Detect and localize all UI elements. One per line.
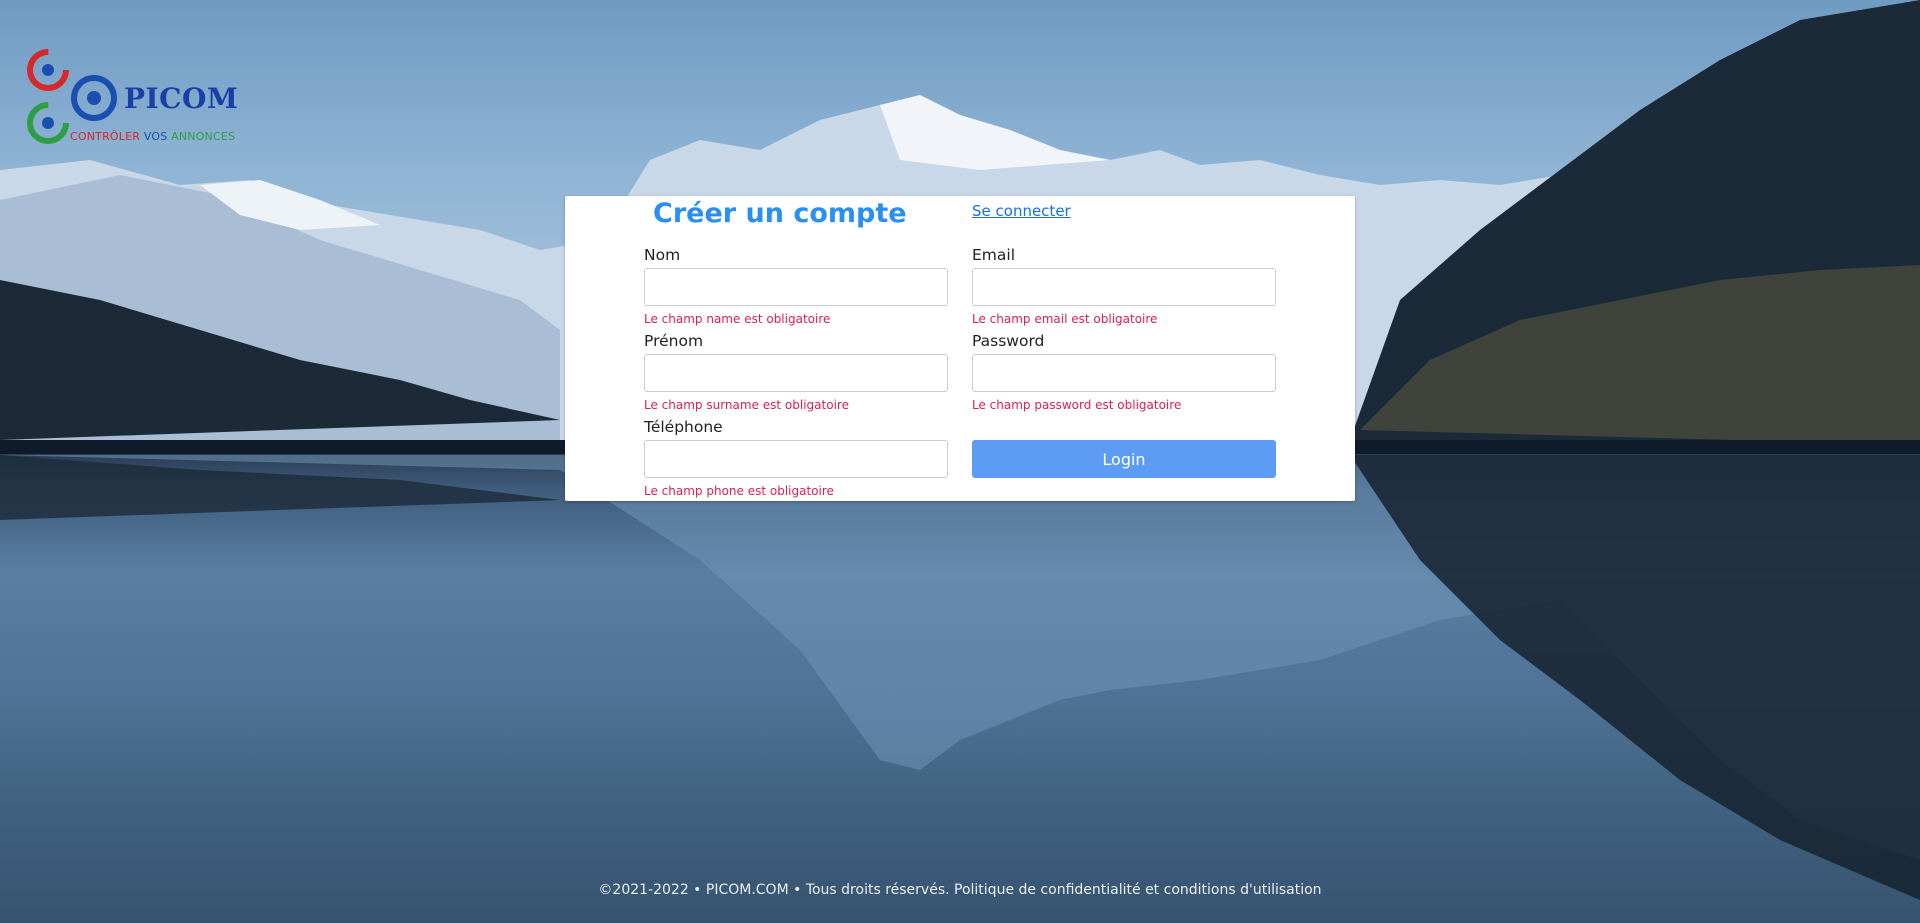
tagline-part-2: VOS bbox=[143, 130, 168, 143]
email-error: Le champ email est obligatoire bbox=[972, 312, 1158, 326]
password-input[interactable] bbox=[972, 354, 1276, 392]
brand-name: PICOM bbox=[124, 82, 239, 115]
email-field: Email Le champ email est obligatoire bbox=[972, 244, 1276, 326]
page: PICOM CONTRÔLER VOS ANNONCES Créer un co… bbox=[0, 0, 1920, 923]
prenom-input[interactable] bbox=[644, 354, 948, 392]
brand-logo[interactable]: PICOM CONTRÔLER VOS ANNONCES bbox=[24, 48, 244, 148]
password-field: Password Le champ password est obligatoi… bbox=[972, 330, 1276, 412]
login-button[interactable]: Login bbox=[972, 440, 1276, 478]
brand-tagline: CONTRÔLER VOS ANNONCES bbox=[70, 130, 235, 143]
login-link[interactable]: Se connecter bbox=[972, 202, 1071, 220]
email-label: Email bbox=[972, 246, 1016, 264]
password-label: Password bbox=[972, 332, 1045, 350]
nom-label: Nom bbox=[644, 246, 681, 264]
password-error: Le champ password est obligatoire bbox=[972, 398, 1182, 412]
register-card: Créer un compte Se connecter Nom Le cham… bbox=[565, 196, 1355, 501]
tagline-part-1: CONTRÔLER bbox=[70, 130, 141, 143]
telephone-field: Téléphone Le champ phone est obligatoire bbox=[644, 416, 948, 498]
nom-input[interactable] bbox=[644, 268, 948, 306]
prenom-label: Prénom bbox=[644, 332, 704, 350]
telephone-error: Le champ phone est obligatoire bbox=[644, 484, 834, 498]
prenom-error: Le champ surname est obligatoire bbox=[644, 398, 849, 412]
nom-field: Nom Le champ name est obligatoire bbox=[644, 244, 948, 326]
nom-error: Le champ name est obligatoire bbox=[644, 312, 831, 326]
email-input[interactable] bbox=[972, 268, 1276, 306]
prenom-field: Prénom Le champ surname est obligatoire bbox=[644, 330, 948, 412]
form-title: Créer un compte bbox=[653, 198, 907, 229]
footer-text: ©2021-2022 • PICOM.COM • Tous droits rés… bbox=[598, 882, 1322, 898]
telephone-label: Téléphone bbox=[644, 418, 723, 436]
telephone-input[interactable] bbox=[644, 440, 948, 478]
tagline-part-3: ANNONCES bbox=[171, 130, 236, 143]
